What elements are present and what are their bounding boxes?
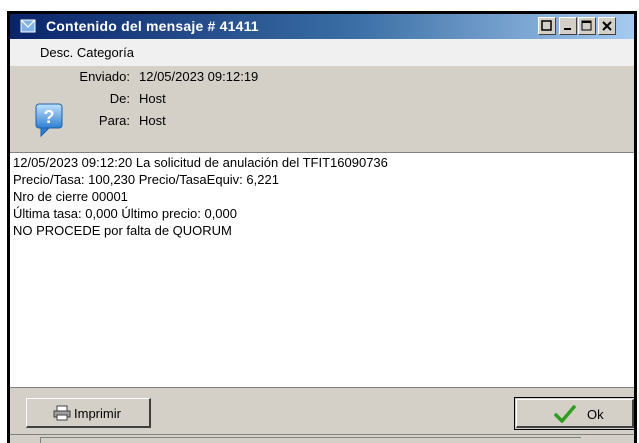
minimize-icon [564,28,571,30]
status-bar [10,434,634,443]
message-line: Precio/Tasa: 100,230 Precio/TasaEquiv: 6… [13,172,279,187]
message-line: Última tasa: 0,000 Último precio: 0,000 [13,206,237,221]
message-line: 12/05/2023 09:12:20 La solicitud de anul… [13,155,388,170]
minimize-button[interactable] [559,17,577,35]
printer-icon [53,405,71,421]
help-icon [541,20,552,31]
maximize-icon [581,20,592,31]
title-bar[interactable]: Contenido del mensaje # 41411 [10,14,634,39]
print-button-label: Imprimir [74,406,121,421]
menu-bar: Desc. Categoría [10,39,634,66]
status-segment [40,437,581,443]
ok-button-label: Ok [587,407,604,422]
to-value: Host [139,113,166,128]
window-frame: Contenido del mensaje # 41411 Desc. Cate… [10,14,636,443]
message-line: Nro de cierre 00001 [13,189,128,204]
close-button[interactable] [598,17,616,35]
checkmark-icon [554,405,576,423]
maximize-button[interactable] [578,17,596,35]
message-line: NO PROCEDE por falta de QUORUM [13,223,232,238]
ok-button-focus-ring[interactable]: Ok [514,397,636,430]
help-button[interactable] [538,17,556,35]
window-title: Contenido del mensaje # 41411 [46,18,259,34]
from-value: Host [139,91,166,106]
to-label: Para: [98,113,130,128]
print-button[interactable]: Imprimir [26,398,151,428]
sent-value: 12/05/2023 09:12:19 [139,69,259,84]
menu-item-desc-categoria[interactable]: Desc. Categoría [40,45,134,60]
message-header: ? Enviado: 12/05/2023 09:12:19 De: Host … [10,66,634,152]
sent-label: Enviado: [79,69,130,84]
close-icon [602,21,612,31]
ok-button[interactable]: Ok [516,399,634,428]
from-label: De: [109,91,130,106]
message-window: Contenido del mensaje # 41411 Desc. Cate… [7,11,637,443]
app-icon [20,19,36,33]
message-body[interactable]: 12/05/2023 09:12:20 La solicitud de anul… [10,152,634,388]
